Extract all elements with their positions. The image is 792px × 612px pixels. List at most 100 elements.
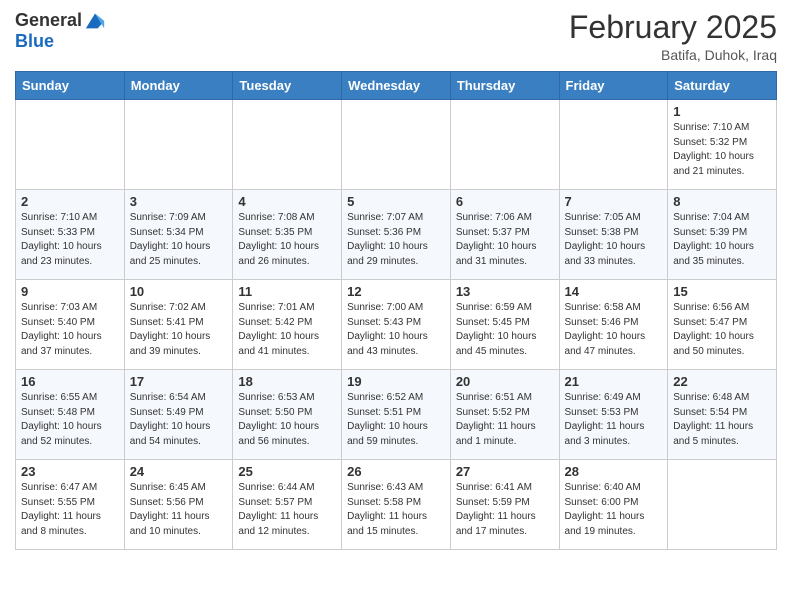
calendar-cell: 19 Sunrise: 6:52 AM Sunset: 5:51 PM Dayli… [342, 370, 451, 460]
day-number: 15 [673, 284, 771, 299]
calendar-cell [124, 100, 233, 190]
day-info: Sunrise: 6:51 AM Sunset: 5:52 PM Dayligh… [456, 391, 554, 449]
calendar-cell: 22 Sunrise: 6:48 AM Sunset: 5:54 PM Dayli… [668, 370, 777, 460]
page: General Blue February 2025 Batifa, Duhok… [0, 0, 792, 565]
calendar-cell [233, 100, 342, 190]
weekday-header-thursday: Thursday [450, 72, 559, 100]
calendar-cell: 15 Sunrise: 6:56 AM Sunset: 5:47 PM Dayli… [668, 280, 777, 370]
day-number: 24 [130, 464, 228, 479]
day-info: Sunrise: 6:41 AM Sunset: 5:59 PM Dayligh… [456, 481, 554, 539]
calendar-cell: 5 Sunrise: 7:07 AM Sunset: 5:36 PM Daylig… [342, 190, 451, 280]
day-number: 11 [238, 284, 336, 299]
calendar-cell: 9 Sunrise: 7:03 AM Sunset: 5:40 PM Daylig… [16, 280, 125, 370]
day-info: Sunrise: 6:58 AM Sunset: 5:46 PM Dayligh… [565, 301, 663, 359]
day-number: 26 [347, 464, 445, 479]
day-number: 28 [565, 464, 663, 479]
day-info: Sunrise: 6:48 AM Sunset: 5:54 PM Dayligh… [673, 391, 771, 449]
calendar-cell: 6 Sunrise: 7:06 AM Sunset: 5:37 PM Daylig… [450, 190, 559, 280]
day-number: 14 [565, 284, 663, 299]
calendar-cell [450, 100, 559, 190]
calendar-cell: 23 Sunrise: 6:47 AM Sunset: 5:55 PM Dayli… [16, 460, 125, 550]
calendar-cell: 24 Sunrise: 6:45 AM Sunset: 5:56 PM Dayli… [124, 460, 233, 550]
day-number: 27 [456, 464, 554, 479]
calendar-cell: 16 Sunrise: 6:55 AM Sunset: 5:48 PM Dayli… [16, 370, 125, 460]
calendar-cell: 17 Sunrise: 6:54 AM Sunset: 5:49 PM Dayli… [124, 370, 233, 460]
header-right: February 2025 Batifa, Duhok, Iraq [569, 10, 777, 63]
day-number: 17 [130, 374, 228, 389]
logo-general-text: General [15, 11, 82, 31]
calendar: SundayMondayTuesdayWednesdayThursdayFrid… [15, 71, 777, 550]
day-number: 2 [21, 194, 119, 209]
calendar-cell: 25 Sunrise: 6:44 AM Sunset: 5:57 PM Dayli… [233, 460, 342, 550]
week-row-4: 16 Sunrise: 6:55 AM Sunset: 5:48 PM Dayli… [16, 370, 777, 460]
location: Batifa, Duhok, Iraq [569, 47, 777, 63]
day-info: Sunrise: 7:07 AM Sunset: 5:36 PM Dayligh… [347, 211, 445, 269]
day-number: 1 [673, 104, 771, 119]
calendar-cell: 26 Sunrise: 6:43 AM Sunset: 5:58 PM Dayli… [342, 460, 451, 550]
day-number: 6 [456, 194, 554, 209]
calendar-cell: 21Sunrise: 6:49 AM Sunset: 5:53 PM Dayli… [559, 370, 668, 460]
day-info: Sunrise: 7:01 AM Sunset: 5:42 PM Dayligh… [238, 301, 336, 359]
day-info: Sunrise: 7:10 AM Sunset: 5:33 PM Dayligh… [21, 211, 119, 269]
day-info: Sunrise: 6:43 AM Sunset: 5:58 PM Dayligh… [347, 481, 445, 539]
calendar-cell: 12 Sunrise: 7:00 AM Sunset: 5:43 PM Dayli… [342, 280, 451, 370]
header: General Blue February 2025 Batifa, Duhok… [15, 10, 777, 63]
day-number: 20 [456, 374, 554, 389]
calendar-cell: 4Sunrise: 7:08 AM Sunset: 5:35 PM Daylig… [233, 190, 342, 280]
calendar-cell: 13 Sunrise: 6:59 AM Sunset: 5:45 PM Dayli… [450, 280, 559, 370]
day-info: Sunrise: 6:47 AM Sunset: 5:55 PM Dayligh… [21, 481, 119, 539]
day-number: 23 [21, 464, 119, 479]
calendar-cell: 14 Sunrise: 6:58 AM Sunset: 5:46 PM Dayli… [559, 280, 668, 370]
calendar-cell: 10 Sunrise: 7:02 AM Sunset: 5:41 PM Dayli… [124, 280, 233, 370]
day-info: Sunrise: 7:00 AM Sunset: 5:43 PM Dayligh… [347, 301, 445, 359]
day-info: Sunrise: 6:45 AM Sunset: 5:56 PM Dayligh… [130, 481, 228, 539]
day-info: Sunrise: 7:06 AM Sunset: 5:37 PM Dayligh… [456, 211, 554, 269]
calendar-cell [16, 100, 125, 190]
day-info: Sunrise: 6:52 AM Sunset: 5:51 PM Dayligh… [347, 391, 445, 449]
calendar-cell: 28 Sunrise: 6:40 AM Sunset: 6:00 PM Dayli… [559, 460, 668, 550]
day-info: Sunrise: 7:05 AM Sunset: 5:38 PM Dayligh… [565, 211, 663, 269]
calendar-cell [559, 100, 668, 190]
calendar-cell: 27 Sunrise: 6:41 AM Sunset: 5:59 PM Dayli… [450, 460, 559, 550]
weekday-header-tuesday: Tuesday [233, 72, 342, 100]
day-number: 22 [673, 374, 771, 389]
day-info: Sunrise: 6:44 AM Sunset: 5:57 PM Dayligh… [238, 481, 336, 539]
day-number: 3 [130, 194, 228, 209]
day-info: Sunrise: 6:55 AM Sunset: 5:48 PM Dayligh… [21, 391, 119, 449]
calendar-cell: 1Sunrise: 7:10 AM Sunset: 5:32 PM Daylig… [668, 100, 777, 190]
day-info: Sunrise: 7:03 AM Sunset: 5:40 PM Dayligh… [21, 301, 119, 359]
logo: General Blue [15, 10, 106, 52]
week-row-1: 1Sunrise: 7:10 AM Sunset: 5:32 PM Daylig… [16, 100, 777, 190]
logo-blue-text: Blue [15, 31, 54, 51]
weekday-header-friday: Friday [559, 72, 668, 100]
day-number: 7 [565, 194, 663, 209]
day-number: 4 [238, 194, 336, 209]
day-info: Sunrise: 7:02 AM Sunset: 5:41 PM Dayligh… [130, 301, 228, 359]
calendar-cell: 20 Sunrise: 6:51 AM Sunset: 5:52 PM Dayli… [450, 370, 559, 460]
day-number: 13 [456, 284, 554, 299]
day-info: Sunrise: 7:09 AM Sunset: 5:34 PM Dayligh… [130, 211, 228, 269]
week-row-2: 2 Sunrise: 7:10 AM Sunset: 5:33 PM Daylig… [16, 190, 777, 280]
weekday-header-wednesday: Wednesday [342, 72, 451, 100]
day-number: 5 [347, 194, 445, 209]
day-number: 10 [130, 284, 228, 299]
day-info: Sunrise: 6:54 AM Sunset: 5:49 PM Dayligh… [130, 391, 228, 449]
day-number: 16 [21, 374, 119, 389]
calendar-cell: 18Sunrise: 6:53 AM Sunset: 5:50 PM Dayli… [233, 370, 342, 460]
day-number: 9 [21, 284, 119, 299]
weekday-header-monday: Monday [124, 72, 233, 100]
weekday-header-saturday: Saturday [668, 72, 777, 100]
calendar-cell: 2 Sunrise: 7:10 AM Sunset: 5:33 PM Daylig… [16, 190, 125, 280]
logo-icon [84, 10, 106, 32]
day-number: 21 [565, 374, 663, 389]
day-number: 19 [347, 374, 445, 389]
day-number: 18 [238, 374, 336, 389]
day-number: 25 [238, 464, 336, 479]
calendar-cell: 7 Sunrise: 7:05 AM Sunset: 5:38 PM Daylig… [559, 190, 668, 280]
day-info: Sunrise: 6:59 AM Sunset: 5:45 PM Dayligh… [456, 301, 554, 359]
calendar-cell: 8Sunrise: 7:04 AM Sunset: 5:39 PM Daylig… [668, 190, 777, 280]
day-info: Sunrise: 6:56 AM Sunset: 5:47 PM Dayligh… [673, 301, 771, 359]
weekday-header-sunday: Sunday [16, 72, 125, 100]
day-info: Sunrise: 6:40 AM Sunset: 6:00 PM Dayligh… [565, 481, 663, 539]
day-number: 12 [347, 284, 445, 299]
